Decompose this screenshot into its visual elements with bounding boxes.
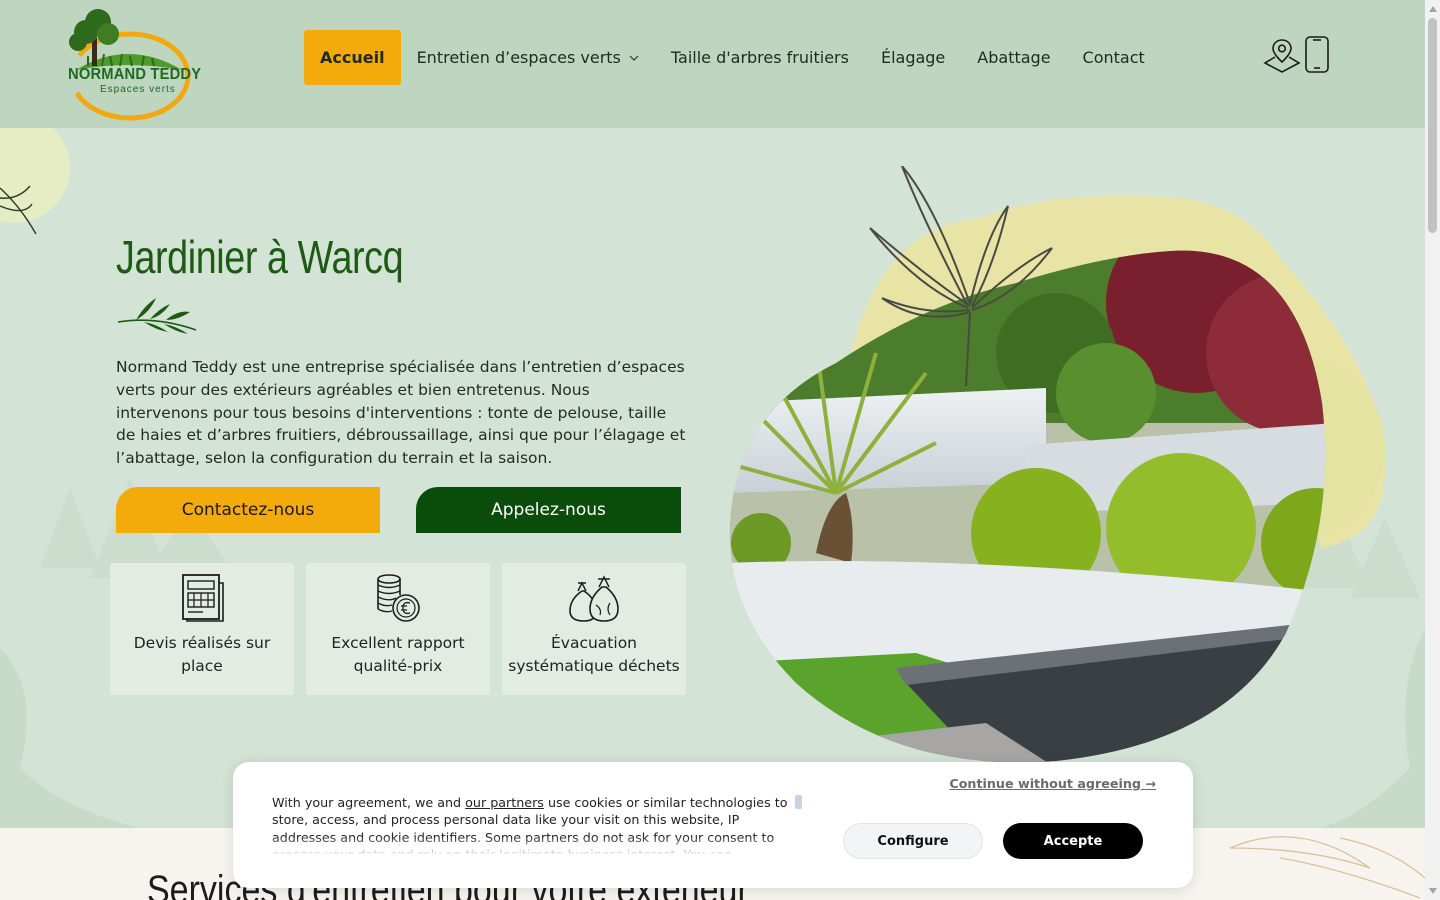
waste-bags-icon <box>569 575 619 622</box>
phone-icon[interactable] <box>1304 36 1330 74</box>
nav-entretien[interactable]: Entretien d’espaces verts <box>401 30 655 85</box>
decorative-leaf-outline-gold <box>1229 836 1425 899</box>
nav-taille[interactable]: Taille d'arbres fruitiers <box>655 30 865 85</box>
hero-title: Jardinier à Warcq <box>116 231 404 283</box>
main-nav: Accueil Entretien d’espaces verts Taille… <box>304 30 1161 85</box>
call-us-button[interactable]: Appelez-nous <box>416 487 681 533</box>
logo-tree-icon[interactable] <box>58 8 194 122</box>
feature-label-quote: Devis réalisés sur place <box>133 634 271 675</box>
brand-name: NORMAND TEDDY <box>68 66 202 83</box>
cookie-banner: Continue without agreeing → With your ag… <box>233 762 1193 888</box>
site-header: NORMAND TEDDY Espaces verts Accueil Entr… <box>0 0 1425 128</box>
hero-description: Normand Teddy est une entreprise spécial… <box>116 358 686 468</box>
scroll-thumb[interactable] <box>1428 18 1437 233</box>
cookie-text-fade <box>272 836 800 856</box>
configure-button[interactable]: Configure <box>843 823 983 859</box>
feature-label-waste: Évacuation systématique déchets <box>508 634 680 675</box>
page-scrollbar[interactable] <box>1425 0 1440 900</box>
nav-contact[interactable]: Contact <box>1067 30 1161 85</box>
accept-button[interactable]: Accepte <box>1003 823 1143 859</box>
nav-accueil[interactable]: Accueil <box>304 30 401 85</box>
feature-card-waste: Évacuation systématique déchets <box>502 563 686 695</box>
our-partners-link[interactable]: our partners <box>465 795 544 810</box>
cookie-text-before: With your agreement, we and <box>272 795 466 810</box>
coins-euro-icon <box>377 574 420 622</box>
nav-entretien-label: Entretien d’espaces verts <box>416 48 621 67</box>
nav-elagage[interactable]: Élagage <box>865 30 961 85</box>
brand-tagline: Espaces verts <box>100 84 176 95</box>
scroll-up-arrow-icon[interactable] <box>1429 6 1437 12</box>
location-icon[interactable] <box>1263 36 1301 74</box>
cookie-text-scrollbar[interactable] <box>795 795 802 809</box>
continue-without-agreeing-link[interactable]: Continue without agreeing → <box>949 776 1156 791</box>
contact-us-button[interactable]: Contactez-nous <box>116 487 380 533</box>
feature-card-value: Excellent rapport qualité-prix <box>306 563 490 695</box>
leaf-sprig-icon <box>117 298 197 334</box>
feature-label-value: Excellent rapport qualité-prix <box>331 634 465 675</box>
nav-abattage[interactable]: Abattage <box>961 30 1066 85</box>
feature-card-quote: Devis réalisés sur place <box>110 563 294 695</box>
quote-document-icon <box>182 574 224 622</box>
decorative-leaf-outline <box>869 166 1053 386</box>
scroll-down-arrow-icon[interactable] <box>1429 888 1437 894</box>
chevron-down-icon <box>629 55 639 61</box>
hero-section: Jardinier à Warcq Normand Teddy est une … <box>0 128 1425 828</box>
